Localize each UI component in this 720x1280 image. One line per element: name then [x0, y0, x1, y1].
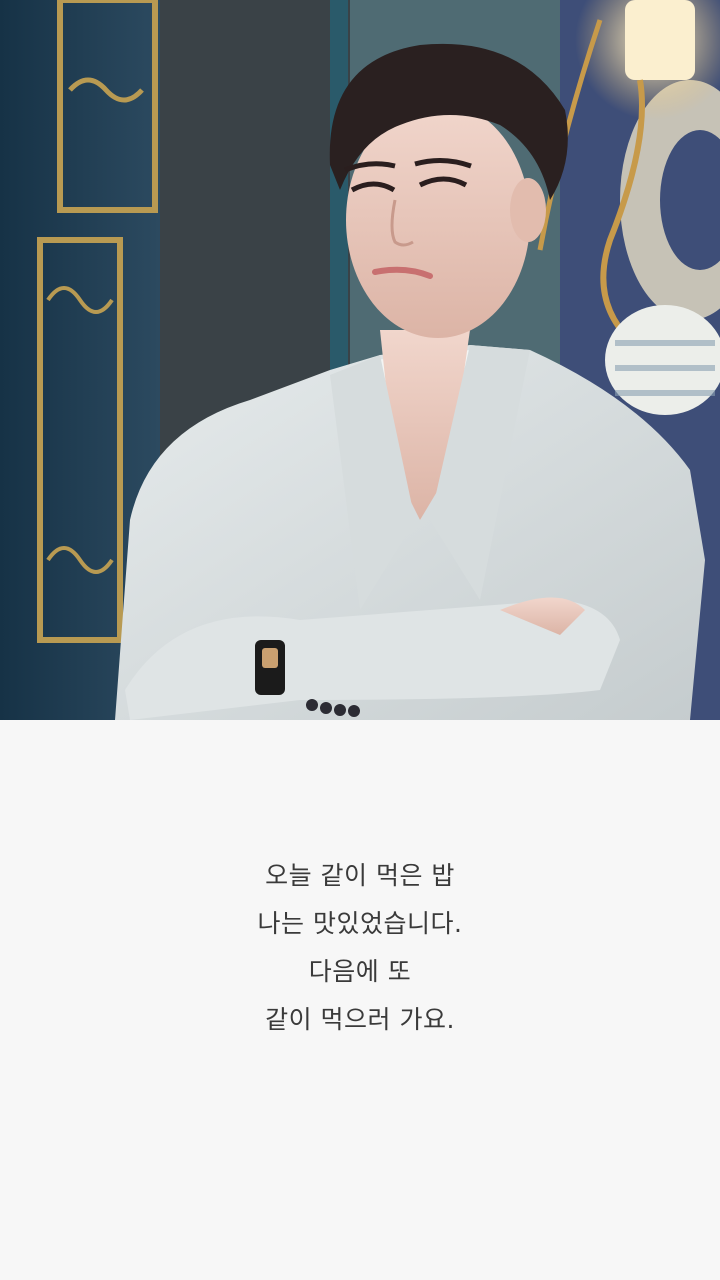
caption-text: 오늘 같이 먹은 밥 나는 맛있었습니다. 다음에 또 같이 먹으러 가요. — [0, 852, 720, 1044]
caption-line: 같이 먹으러 가요. — [265, 1005, 455, 1034]
header-photo — [0, 0, 720, 720]
app-screen: 오늘 같이 먹은 밥 나는 맛있었습니다. 다음에 또 같이 먹으러 가요. — [0, 0, 720, 1280]
caption-line: 오늘 같이 먹은 밥 — [265, 861, 455, 890]
caption-line: 나는 맛있었습니다. — [257, 909, 463, 938]
photo-illustration — [0, 0, 720, 720]
caption-line: 다음에 또 — [308, 957, 412, 986]
